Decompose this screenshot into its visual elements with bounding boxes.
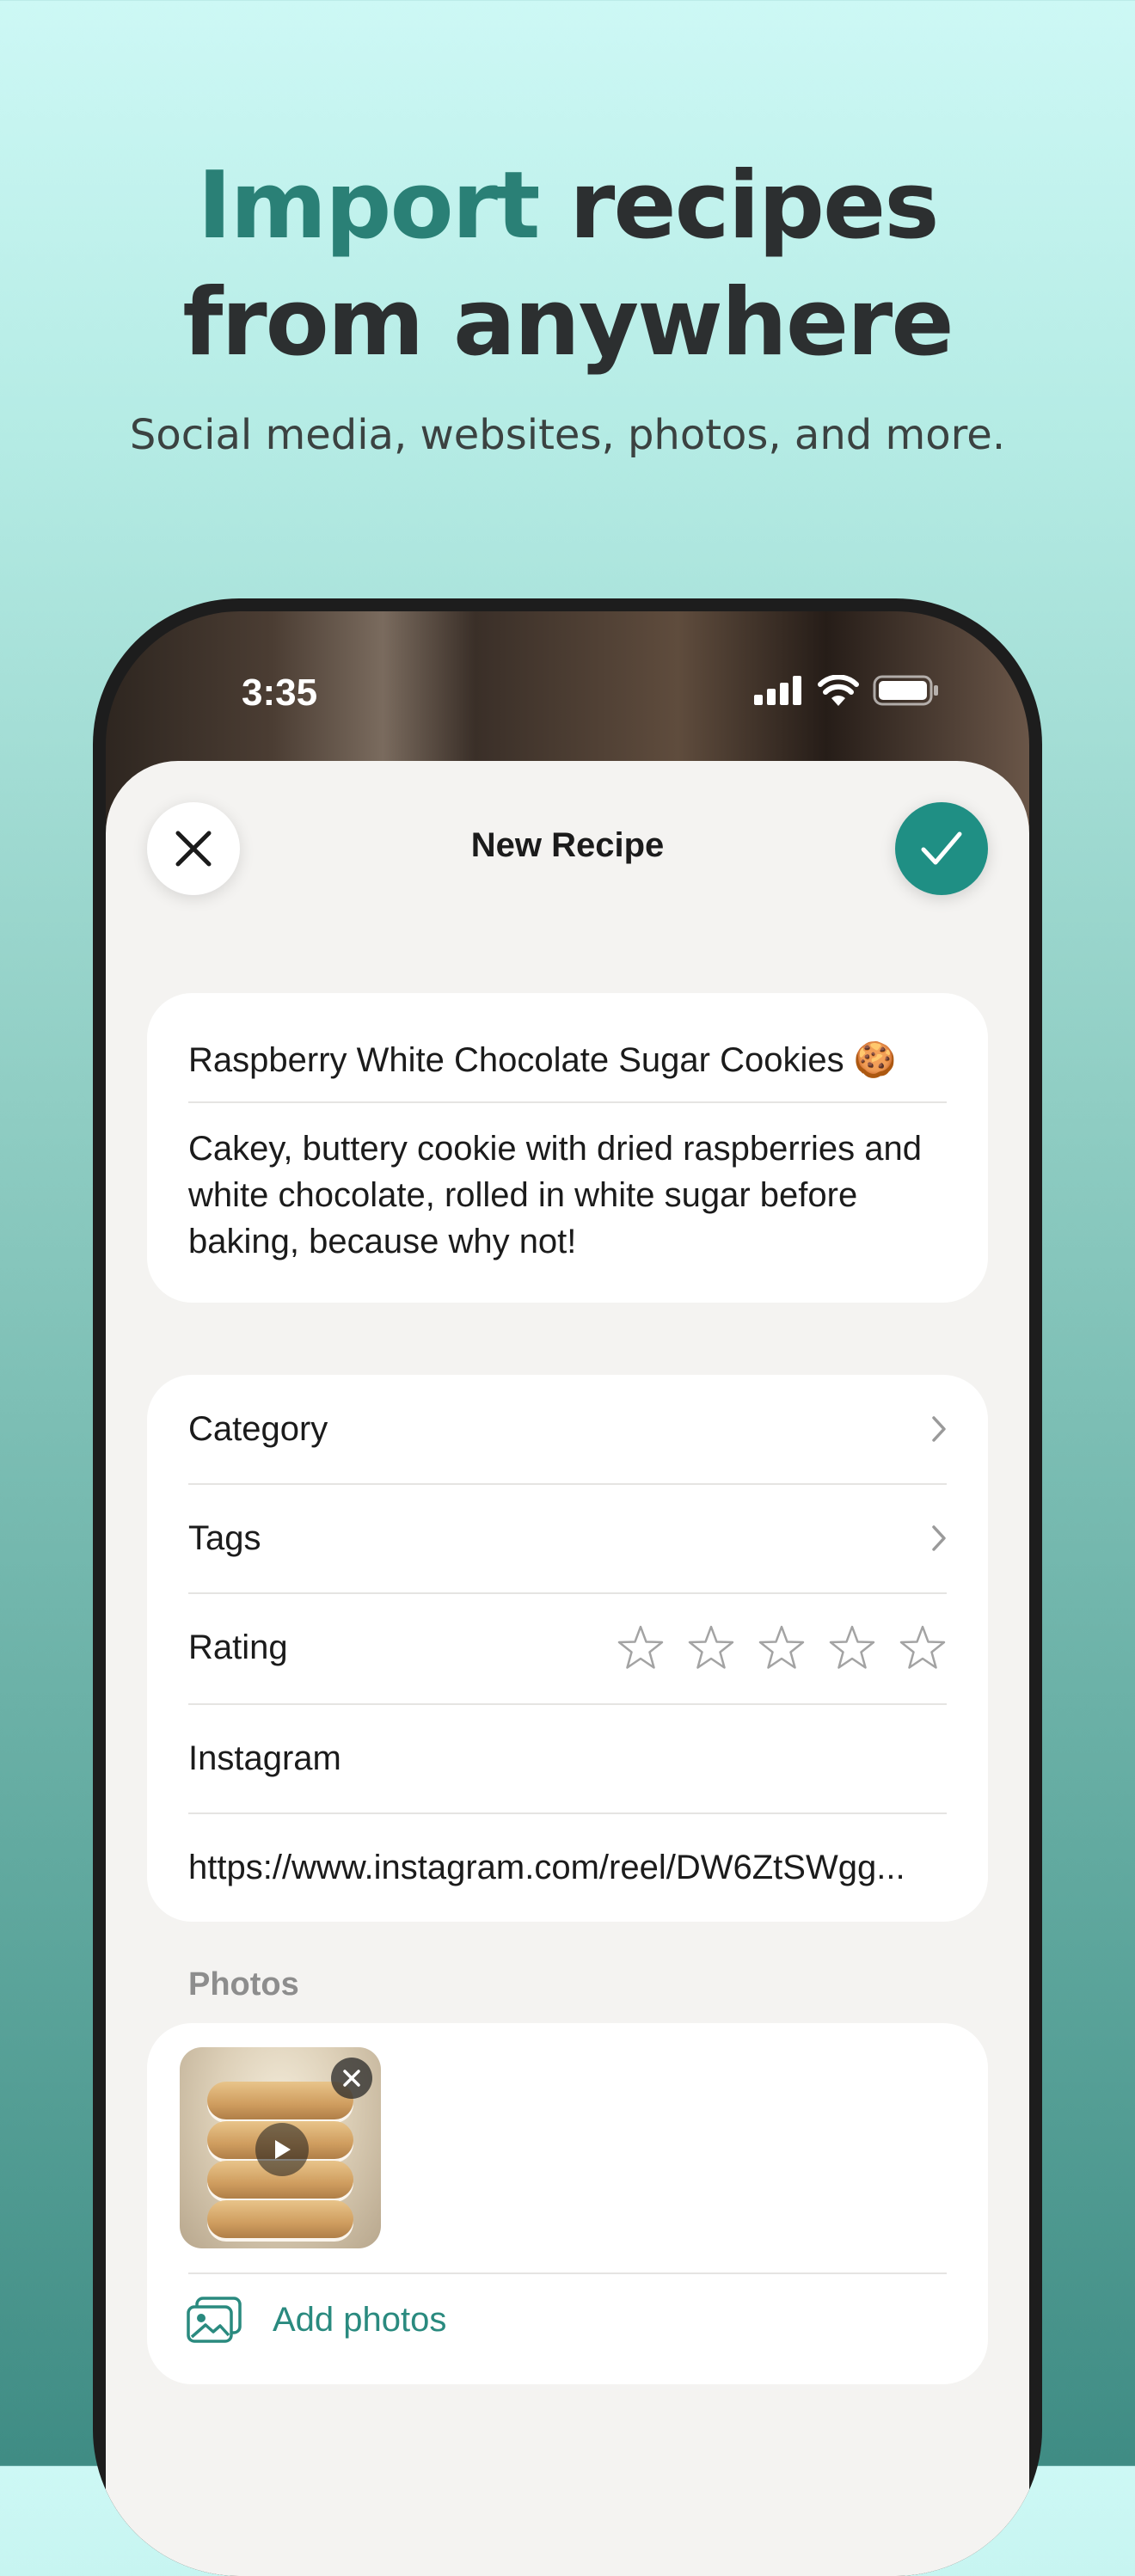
star-1-icon[interactable]: [617, 1624, 665, 1671]
phone-frame: 3:35 New Recipe Raspberry White Chocolat…: [93, 598, 1042, 2576]
photos-card: Add photos: [147, 2023, 988, 2384]
recipe-info-card: Raspberry White Chocolate Sugar Cookies …: [147, 993, 988, 1303]
chevron-right-icon: [932, 1416, 946, 1442]
star-3-icon[interactable]: [758, 1624, 806, 1671]
play-icon: [275, 2140, 291, 2159]
star-4-icon[interactable]: [828, 1624, 876, 1671]
hero-subtitle: Social media, websites, photos, and more…: [129, 411, 1006, 459]
source-name-field[interactable]: Instagram: [188, 1739, 341, 1778]
star-5-icon[interactable]: [899, 1624, 947, 1671]
chevron-right-icon: [932, 1525, 946, 1551]
source-name-row[interactable]: Instagram: [188, 1704, 947, 1812]
cookie-layer: [207, 2082, 353, 2119]
hero-title: Import recipes from anywhere: [0, 148, 1135, 382]
star-2-icon[interactable]: [687, 1624, 735, 1671]
recipe-description-field[interactable]: Cakey, buttery cookie with dried raspber…: [188, 1125, 947, 1265]
nav-title: New Recipe: [470, 826, 665, 864]
status-icons: [754, 675, 940, 706]
checkmark-icon: [921, 831, 962, 865]
hero-title-rest: recipes: [538, 152, 939, 260]
cookie-layer: [207, 2200, 353, 2238]
phone-screen: 3:35 New Recipe Raspberry White Chocolat…: [106, 611, 1029, 2576]
new-recipe-sheet: New Recipe Raspberry White Chocolate Sug…: [106, 761, 1029, 2576]
done-button[interactable]: [895, 802, 988, 895]
recipe-title-field[interactable]: Raspberry White Chocolate Sugar Cookies …: [188, 1024, 947, 1096]
rating-row: Rating: [188, 1593, 947, 1702]
category-row[interactable]: Category: [188, 1375, 947, 1483]
tags-label: Tags: [188, 1518, 261, 1557]
battery-icon: [873, 675, 938, 706]
divider: [188, 1101, 947, 1103]
rating-stars: [617, 1624, 947, 1671]
close-icon: [343, 2070, 360, 2087]
hero-title-line2: from anywhere: [182, 269, 954, 377]
divider: [188, 2272, 947, 2274]
hero-title-accent: Import: [197, 152, 540, 260]
photos-section-label: Photos: [188, 1966, 299, 2003]
photo-library-icon: [187, 2297, 242, 2343]
add-photos-button[interactable]: Add photos: [185, 2290, 446, 2350]
cellular-signal-icon: [754, 676, 801, 705]
status-time: 3:35: [242, 672, 318, 714]
rating-label: Rating: [188, 1628, 288, 1666]
source-url-field[interactable]: https://www.instagram.com/reel/DW6ZtSWgg…: [188, 1849, 947, 1887]
photo-thumbnail[interactable]: [180, 2047, 381, 2248]
category-label: Category: [188, 1409, 328, 1448]
recipe-meta-card: Category Tags Rating Instagram https://w…: [147, 1375, 988, 1922]
wifi-icon: [818, 675, 859, 706]
add-photos-label: Add photos: [273, 2300, 447, 2339]
tags-row[interactable]: Tags: [188, 1484, 947, 1592]
remove-photo-button[interactable]: [331, 2058, 372, 2099]
source-url-row[interactable]: https://www.instagram.com/reel/DW6ZtSWgg…: [188, 1813, 947, 1922]
play-button[interactable]: [255, 2123, 309, 2176]
